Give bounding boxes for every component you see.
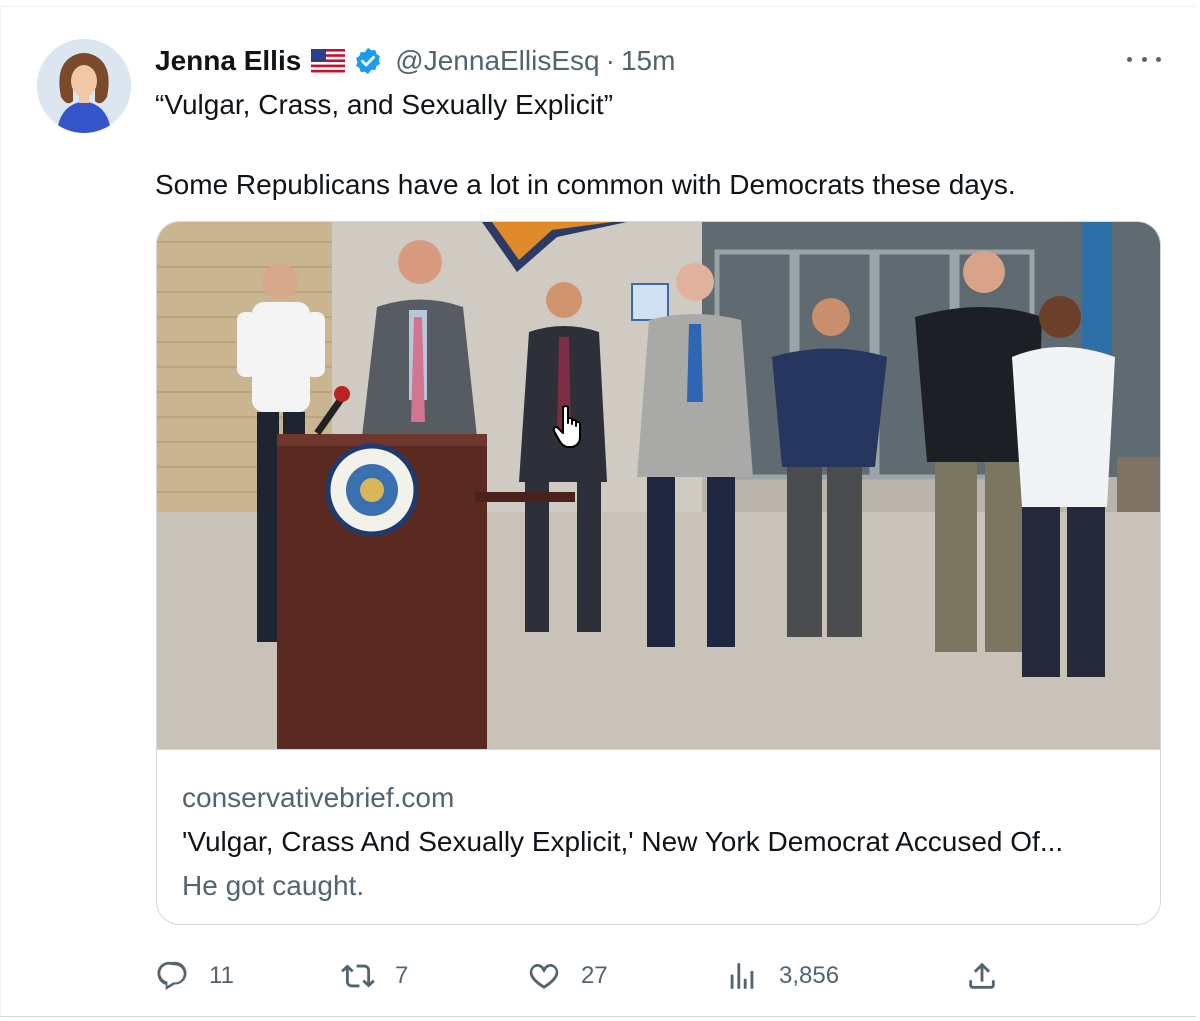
reply-count: 11 — [209, 962, 234, 989]
hand-cursor-icon — [553, 405, 581, 448]
tweet[interactable]: Jenna Ellis @JennaEllisEsq · 15m “Vulgar… — [0, 6, 1196, 1017]
tweet-text: “Vulgar, Crass, and Sexually Explicit” S… — [155, 89, 1016, 200]
tweet-header: Jenna Ellis @JennaEllisEsq · 15m — [155, 41, 675, 81]
views-icon — [730, 963, 754, 989]
link-card[interactable]: conservativebrief.com 'Vulgar, Crass And… — [156, 221, 1161, 925]
share-button[interactable] — [965, 951, 1019, 1001]
card-description[interactable]: He got caught. — [182, 870, 364, 902]
separator-dot: · — [605, 45, 615, 76]
card-title[interactable]: 'Vulgar, Crass And Sexually Explicit,' N… — [182, 826, 1063, 858]
share-icon — [969, 962, 995, 989]
like-count: 27 — [581, 962, 608, 989]
us-flag-icon — [311, 48, 346, 74]
reply-icon — [157, 961, 187, 991]
author-name[interactable]: Jenna Ellis — [155, 45, 301, 77]
avatar[interactable] — [37, 39, 131, 133]
card-domain[interactable]: conservativebrief.com — [182, 782, 454, 814]
like-icon — [529, 963, 559, 989]
author-handle[interactable]: @JennaEllisEsq — [395, 45, 599, 77]
more-icon[interactable] — [1127, 47, 1161, 71]
like-button[interactable]: 27 — [527, 951, 608, 1001]
reply-button[interactable]: 11 — [155, 951, 234, 1001]
tweet-timestamp[interactable]: 15m — [621, 45, 675, 77]
verified-badge-icon[interactable] — [353, 46, 383, 76]
retweet-icon — [341, 964, 375, 988]
tweet-actions: 11 7 27 3,856 — [155, 951, 1015, 1001]
retweet-button[interactable]: 7 — [341, 951, 408, 1001]
views-count: 3,856 — [779, 962, 840, 989]
views-button[interactable]: 3,856 — [725, 951, 839, 1001]
card-image[interactable] — [157, 222, 1161, 750]
retweet-count: 7 — [395, 962, 409, 989]
